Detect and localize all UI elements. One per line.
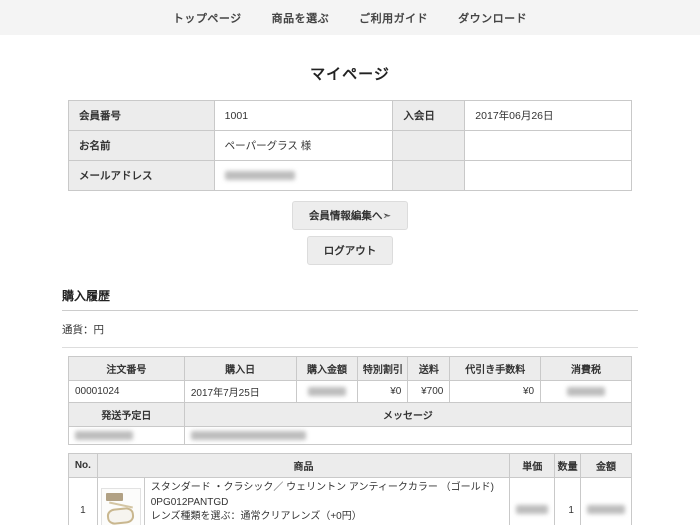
col-tax: 消費税: [540, 356, 632, 381]
name-value: ペーパーグラス 様: [213, 130, 394, 161]
nav-item-choose-products[interactable]: 商品を選ぶ: [272, 10, 330, 26]
cod-fee-value: ¥0: [449, 380, 542, 403]
product-description: スタンダード ・クラシック／ ウェリントン アンティークカラー （ゴールド) 0…: [143, 477, 511, 525]
table-row: 会員番号 1001 入会日 2017年06月26日: [68, 100, 632, 131]
redacted-tax: [567, 386, 606, 396]
ship-date-value: [68, 426, 185, 445]
order-items-table-1: No. 商品 単価 数量 金額 1 スタンダード ・クラシック／ ウェリントン …: [68, 453, 633, 525]
empty-label-cell: [392, 160, 466, 191]
email-value: [213, 160, 394, 191]
join-date-value: 2017年06月26日: [464, 100, 632, 131]
purchase-amount-value: [295, 380, 359, 403]
table-row: お名前 ペーパーグラス 様: [68, 130, 632, 161]
table-row: 注文番号 購入日 購入金額 特別割引 送料 代引き手数料 消費税: [68, 356, 632, 381]
item-no-value: 1: [68, 477, 98, 525]
order-table-1: 注文番号 購入日 購入金額 特別割引 送料 代引き手数料 消費税 0000102…: [68, 356, 633, 445]
col-item-no: No.: [68, 453, 98, 478]
col-item-product: 商品: [96, 453, 511, 478]
product-image-cell: [96, 477, 145, 525]
col-message: メッセージ: [183, 402, 633, 427]
divider: [62, 347, 638, 348]
table-row: メールアドレス: [68, 160, 632, 191]
purchase-history-heading: 購入履歴: [62, 287, 638, 311]
member-no-value: 1001: [213, 100, 394, 131]
col-special-discount: 特別割引: [357, 356, 409, 381]
item-unit-price-value: [509, 477, 556, 525]
nav-item-top-page[interactable]: トップページ: [173, 10, 242, 26]
glasses-thumbnail: [100, 488, 141, 525]
empty-value-cell: [464, 130, 632, 161]
glasses-case-shape: [105, 493, 123, 501]
nav-item-user-guide[interactable]: ご利用ガイド: [359, 10, 428, 26]
table-row: 発送予定日 メッセージ: [68, 402, 633, 427]
item-quantity-value: 1: [554, 477, 581, 525]
col-cod-fee: 代引き手数料: [449, 356, 542, 381]
page-title: マイページ: [310, 66, 390, 83]
logout-button[interactable]: ログアウト: [306, 236, 394, 265]
shipping-fee-value: ¥700: [407, 380, 451, 403]
table-row: 00001024 2017年7月25日 ¥0 ¥700 ¥0: [68, 380, 632, 403]
action-buttons: 会員情報編集へ➣ ログアウト: [62, 201, 638, 271]
nav-item-download[interactable]: ダウンロード: [458, 10, 527, 26]
col-item-unit-price: 単価: [509, 453, 556, 478]
col-item-amount: 金額: [579, 453, 633, 478]
col-purchase-amount: 購入金額: [295, 356, 359, 381]
join-date-label: 入会日: [392, 100, 466, 131]
name-label: お名前: [68, 130, 215, 161]
redacted-message: [190, 430, 306, 440]
member-no-label: 会員番号: [68, 100, 215, 131]
col-purchase-date: 購入日: [183, 356, 297, 381]
email-label: メールアドレス: [68, 160, 215, 191]
col-shipping-fee: 送料: [407, 356, 451, 381]
empty-value-cell: [464, 160, 632, 191]
main-content: 会員番号 1001 入会日 2017年06月26日 お名前 ペーパーグラス 様 …: [0, 100, 700, 525]
top-navbar: トップページ 商品を選ぶ ご利用ガイド ダウンロード: [0, 0, 700, 35]
col-item-quantity: 数量: [554, 453, 581, 478]
redacted-item-amount: [586, 505, 625, 515]
redacted-amount: [308, 386, 346, 396]
product-desc-line1: スタンダード ・クラシック／ ウェリントン アンティークカラー （ゴールド) 0…: [150, 482, 494, 508]
special-discount-value: ¥0: [357, 380, 409, 403]
table-row: [68, 426, 633, 445]
member-info-table: 会員番号 1001 入会日 2017年06月26日 お名前 ペーパーグラス 様 …: [68, 100, 632, 191]
col-order-no: 注文番号: [68, 356, 185, 381]
message-value: [183, 426, 633, 445]
redacted-ship-date: [75, 430, 133, 440]
edit-profile-button[interactable]: 会員情報編集へ➣: [291, 201, 409, 230]
empty-label-cell: [392, 130, 466, 161]
purchase-date-value: 2017年7月25日: [183, 380, 297, 403]
table-row: 1 スタンダード ・クラシック／ ウェリントン アンティークカラー （ゴールド)…: [68, 477, 633, 525]
table-row: No. 商品 単価 数量 金額: [68, 453, 633, 478]
redacted-email: [224, 171, 295, 181]
col-ship-date: 発送予定日: [68, 402, 185, 427]
redacted-unit-price: [516, 505, 549, 515]
tax-value: [540, 380, 632, 403]
currency-label: 通貨：円: [62, 324, 104, 336]
item-amount-value: [579, 477, 633, 525]
order-no-value: 00001024: [68, 380, 185, 403]
product-desc-line2: レンズ種類を選ぶ：通常クリアレンズ（+0円）: [150, 511, 362, 522]
glasses-lens-shape: [105, 506, 135, 525]
